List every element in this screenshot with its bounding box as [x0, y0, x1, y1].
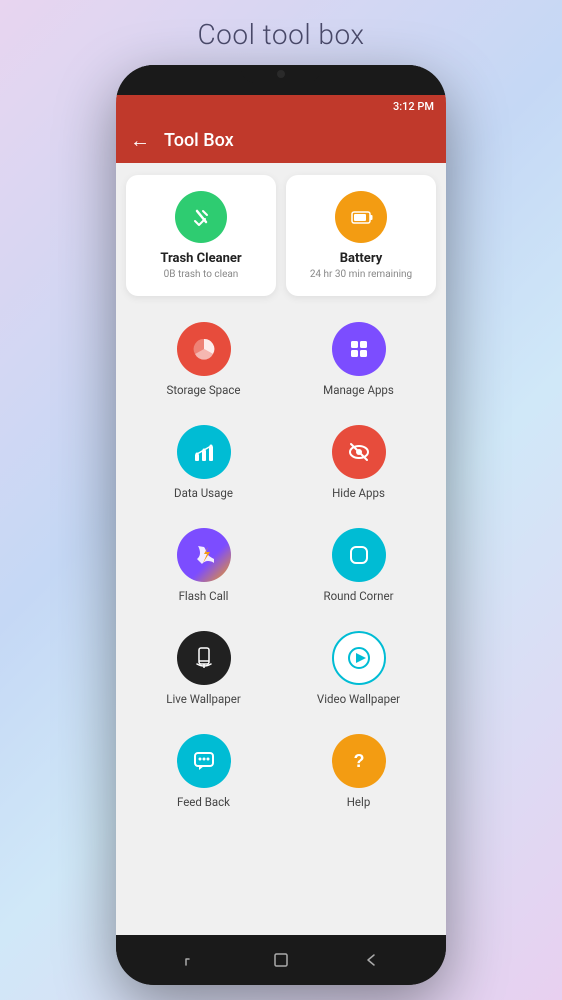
video-wallpaper-label: Video Wallpaper: [317, 692, 400, 706]
data-usage-icon: [177, 425, 231, 479]
flash-call-icon: [177, 528, 231, 582]
app-bar-title: Tool Box: [164, 130, 234, 151]
featured-row: Trash Cleaner 0B trash to clean Battery …: [116, 163, 446, 308]
hide-apps-icon: [332, 425, 386, 479]
page-title-text: Cool tool box: [198, 18, 365, 51]
hide-apps-label: Hide Apps: [332, 486, 385, 500]
storage-space-label: Storage Space: [166, 383, 240, 397]
video-wallpaper-icon: [332, 631, 386, 685]
status-bar: 3:12 PM: [116, 95, 446, 117]
manage-apps-label: Manage Apps: [323, 383, 394, 397]
help-icon: ?: [332, 734, 386, 788]
hide-apps-item[interactable]: Hide Apps: [281, 411, 436, 514]
phone-wrapper: 3:12 PM ← Tool Box: [116, 65, 446, 985]
manage-apps-item[interactable]: Manage Apps: [281, 308, 436, 411]
round-corner-item[interactable]: Round Corner: [281, 514, 436, 617]
phone-bottom-nav: [116, 935, 446, 985]
battery-name: Battery: [340, 251, 383, 266]
help-label: Help: [347, 795, 371, 809]
battery-icon: [335, 191, 387, 243]
trash-cleaner-card[interactable]: Trash Cleaner 0B trash to clean: [126, 175, 276, 296]
home-button[interactable]: [266, 945, 296, 975]
feed-back-item[interactable]: Feed Back: [126, 720, 281, 823]
round-corner-icon: [332, 528, 386, 582]
data-usage-label: Data Usage: [174, 486, 233, 500]
app-bar: ← Tool Box: [116, 117, 446, 163]
phone-screen: 3:12 PM ← Tool Box: [116, 95, 446, 935]
screen-content: Trash Cleaner 0B trash to clean Battery …: [116, 163, 446, 935]
flash-call-item[interactable]: Flash Call: [126, 514, 281, 617]
round-corner-label: Round Corner: [324, 589, 394, 603]
trash-cleaner-icon: [175, 191, 227, 243]
battery-card[interactable]: Battery 24 hr 30 min remaining: [286, 175, 436, 296]
svg-text:?: ?: [353, 751, 364, 771]
phone-top-bezel: [116, 65, 446, 95]
battery-sub: 24 hr 30 min remaining: [310, 269, 412, 280]
back-button[interactable]: ←: [130, 128, 150, 153]
storage-space-item[interactable]: Storage Space: [126, 308, 281, 411]
trash-cleaner-name: Trash Cleaner: [160, 251, 241, 266]
trash-cleaner-sub: 0B trash to clean: [164, 269, 239, 280]
help-item[interactable]: ? Help: [281, 720, 436, 823]
storage-space-icon: [177, 322, 231, 376]
flash-call-label: Flash Call: [179, 589, 229, 603]
recent-apps-button[interactable]: [176, 945, 206, 975]
video-wallpaper-item[interactable]: Video Wallpaper: [281, 617, 436, 720]
live-wallpaper-label: Live Wallpaper: [166, 692, 240, 706]
notch: [241, 65, 321, 83]
data-usage-item[interactable]: Data Usage: [126, 411, 281, 514]
back-button-nav[interactable]: [356, 945, 386, 975]
live-wallpaper-icon: [177, 631, 231, 685]
manage-apps-icon: [332, 322, 386, 376]
feed-back-label: Feed Back: [177, 795, 230, 809]
live-wallpaper-item[interactable]: Live Wallpaper: [126, 617, 281, 720]
tools-grid: Storage Space Manage Apps: [116, 308, 446, 823]
feed-back-icon: [177, 734, 231, 788]
status-time: 3:12 PM: [393, 100, 434, 113]
front-camera: [277, 70, 285, 78]
